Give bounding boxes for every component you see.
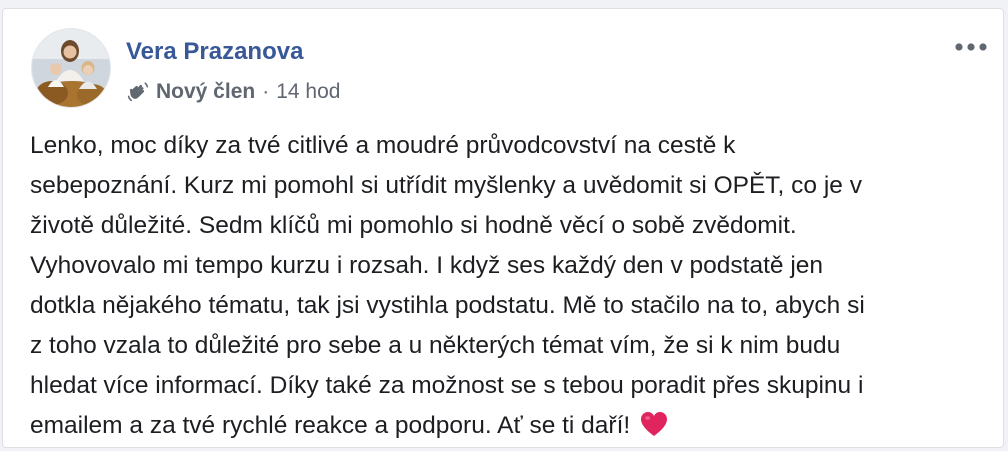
post-body-line: emailem a za tvé rychlé reakce a podporu… <box>30 412 631 439</box>
post-body: Lenko, moc díky za tvé citlivé a moudré … <box>30 126 990 451</box>
post-body-line: životě důležité. Sedm klíčů mi pomohlo s… <box>30 212 797 239</box>
red-heart-icon <box>639 410 669 451</box>
more-options-icon <box>955 43 987 51</box>
waving-hand-icon <box>126 80 150 104</box>
meta-separator: · <box>262 80 270 103</box>
post-body-line: Vyhovovalo mi tempo kurzu i rozsah. I kd… <box>30 252 824 279</box>
profile-photo-icon[interactable] <box>31 28 111 108</box>
post-body-line: hledat více informací. Díky také za možn… <box>30 372 864 399</box>
post-body-last-line: emailem a za tvé rychlé reakce a podporu… <box>30 406 990 451</box>
post-meta: Nový člen · 14 hod <box>126 78 340 106</box>
post-body-line: z toho vzala to důležité pro sebe a u ně… <box>30 332 841 359</box>
post-timestamp-link[interactable]: 14 hod <box>276 80 340 104</box>
more-options-button[interactable] <box>951 33 991 61</box>
post-body-line: sebepoznání. Kurz mi pomohl si utřídit m… <box>30 172 862 199</box>
author-name-link[interactable]: Vera Prazanova <box>126 38 303 66</box>
new-member-badge[interactable]: Nový člen <box>156 80 255 104</box>
post-body-line: Lenko, moc díky za tvé citlivé a moudré … <box>30 132 736 159</box>
post-body-line: dotkla nějakého tématu, tak jsi vystihla… <box>30 292 865 319</box>
post-card: Vera Prazanova Nový člen · 14 hod Lenko,… <box>2 8 1004 448</box>
